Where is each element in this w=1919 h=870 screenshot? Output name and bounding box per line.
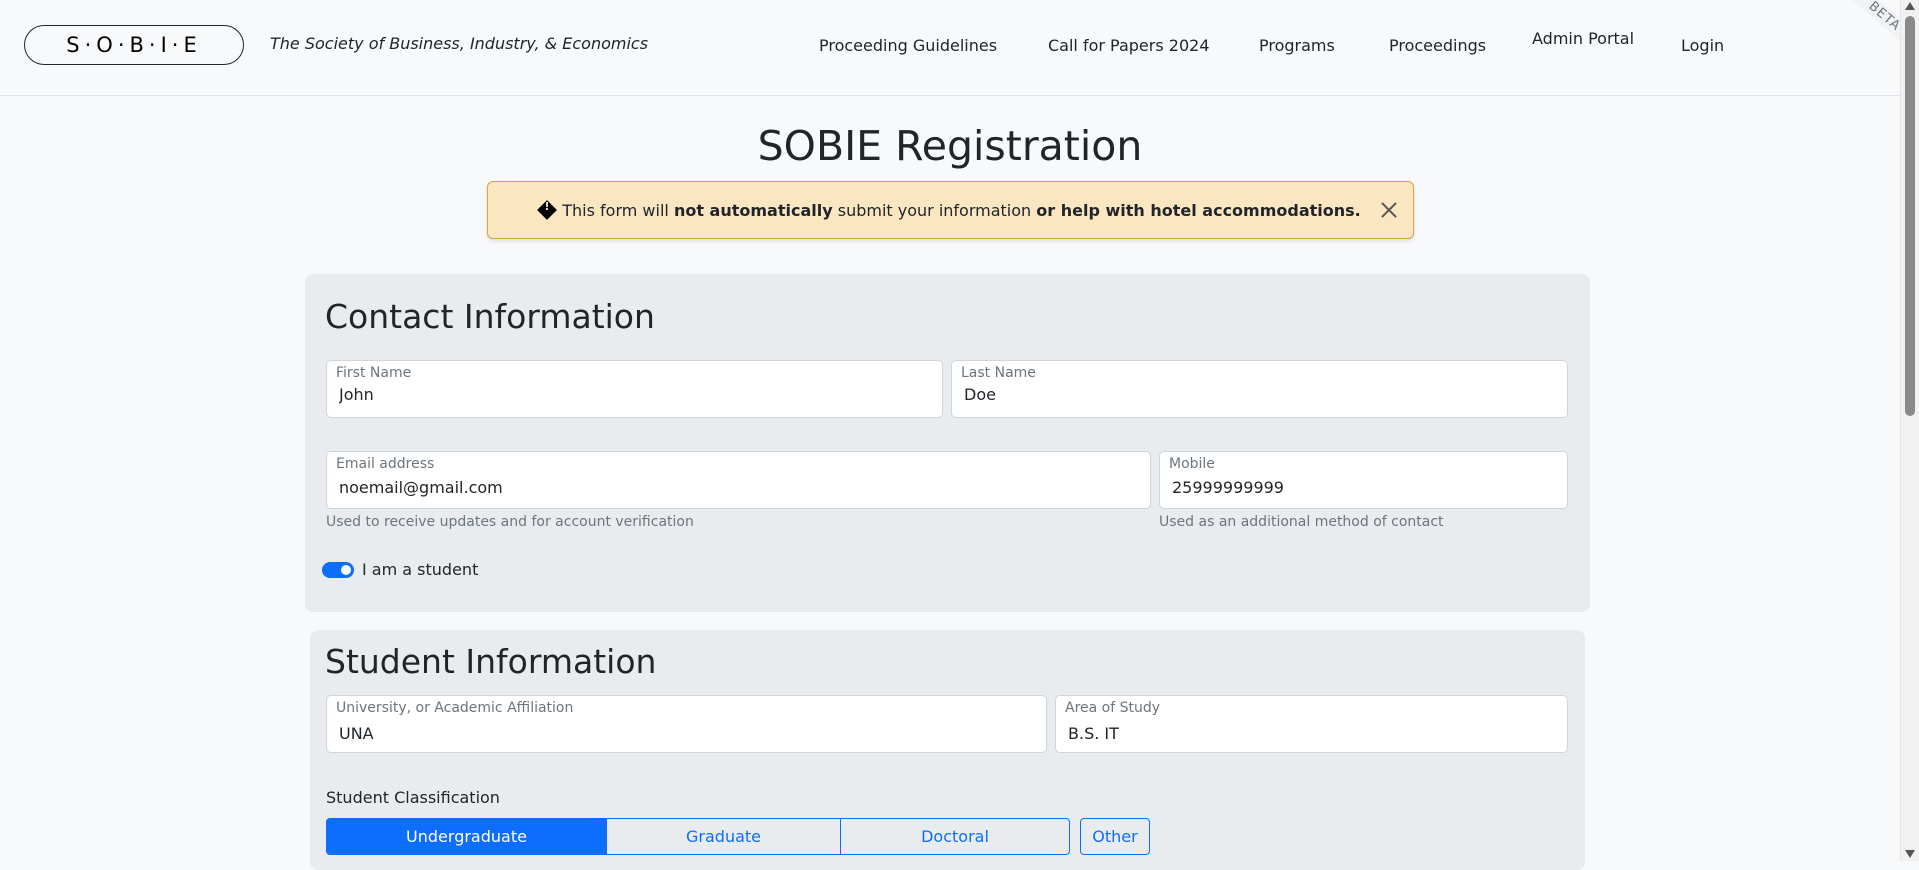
page-title: SOBIE Registration (757, 122, 1143, 170)
contact-section-title: Contact Information (325, 297, 655, 336)
area-of-study-label: Area of Study (1065, 700, 1161, 716)
classification-undergraduate-button[interactable]: Undergraduate (326, 818, 607, 855)
nav-admin-portal[interactable]: Admin Portal (1532, 29, 1634, 48)
first-name-input[interactable] (339, 385, 930, 404)
brand-tagline: The Society of Business, Industry, & Eco… (270, 34, 649, 53)
scroll-thumb[interactable] (1905, 16, 1915, 416)
nav-programs[interactable]: Programs (1259, 36, 1335, 55)
nav-proceeding-guidelines[interactable]: Proceeding Guidelines (819, 36, 997, 55)
affiliation-field[interactable]: University, or Academic Affiliation (326, 695, 1047, 753)
mobile-input[interactable] (1172, 478, 1555, 497)
beta-label: BETA (1848, 0, 1900, 40)
mobile-label: Mobile (1169, 456, 1215, 472)
student-classification-label: Student Classification (326, 788, 500, 807)
email-input[interactable] (339, 478, 1138, 497)
area-of-study-input[interactable] (1068, 724, 1555, 743)
student-toggle-switch[interactable] (322, 562, 354, 578)
area-of-study-field[interactable]: Area of Study (1055, 695, 1568, 753)
brand-logo[interactable]: S·O·B·I·E (24, 25, 244, 65)
last-name-label: Last Name (961, 365, 1036, 381)
last-name-input[interactable] (964, 385, 1555, 404)
alert-text-1: This form will (562, 200, 674, 220)
beta-ribbon: BETA (1830, 0, 1900, 40)
alert-bold-1: not automatically (673, 200, 833, 220)
mobile-field[interactable]: Mobile (1159, 451, 1568, 509)
alert-bold-2: or help with hotel accommodations. (1036, 200, 1361, 220)
email-help-text: Used to receive updates and for account … (326, 514, 694, 530)
classification-graduate-button[interactable]: Graduate (606, 818, 841, 855)
alert-text-2: submit your information (832, 200, 1037, 220)
navbar: S·O·B·I·E The Society of Business, Indus… (0, 0, 1900, 96)
first-name-field[interactable]: First Name (326, 360, 943, 418)
scroll-up-arrow-icon[interactable] (1905, 2, 1915, 10)
page-scrollbar[interactable] (1900, 0, 1919, 861)
classification-doctoral-button[interactable]: Doctoral (840, 818, 1070, 855)
classification-other-button[interactable]: Other (1080, 818, 1150, 855)
affiliation-input[interactable] (339, 724, 1034, 743)
affiliation-label: University, or Academic Affiliation (336, 700, 574, 716)
email-label: Email address (336, 456, 435, 472)
classification-button-group: Undergraduate Graduate Doctoral (326, 818, 1070, 855)
first-name-label: First Name (336, 365, 412, 381)
nav-proceedings[interactable]: Proceedings (1389, 36, 1486, 55)
student-section-title: Student Information (325, 642, 657, 681)
info-alert: ! This form will not automatically submi… (487, 181, 1414, 239)
nav-call-for-papers[interactable]: Call for Papers 2024 (1048, 36, 1210, 55)
student-toggle-label[interactable]: I am a student (362, 560, 478, 579)
scroll-down-arrow-icon[interactable] (1905, 850, 1915, 858)
warning-diamond-icon: ! (537, 200, 558, 220)
nav-login[interactable]: Login (1681, 36, 1724, 55)
mobile-help-text: Used as an additional method of contact (1159, 514, 1444, 530)
email-field[interactable]: Email address (326, 451, 1151, 509)
last-name-field[interactable]: Last Name (951, 360, 1568, 418)
close-icon[interactable] (1377, 198, 1401, 222)
